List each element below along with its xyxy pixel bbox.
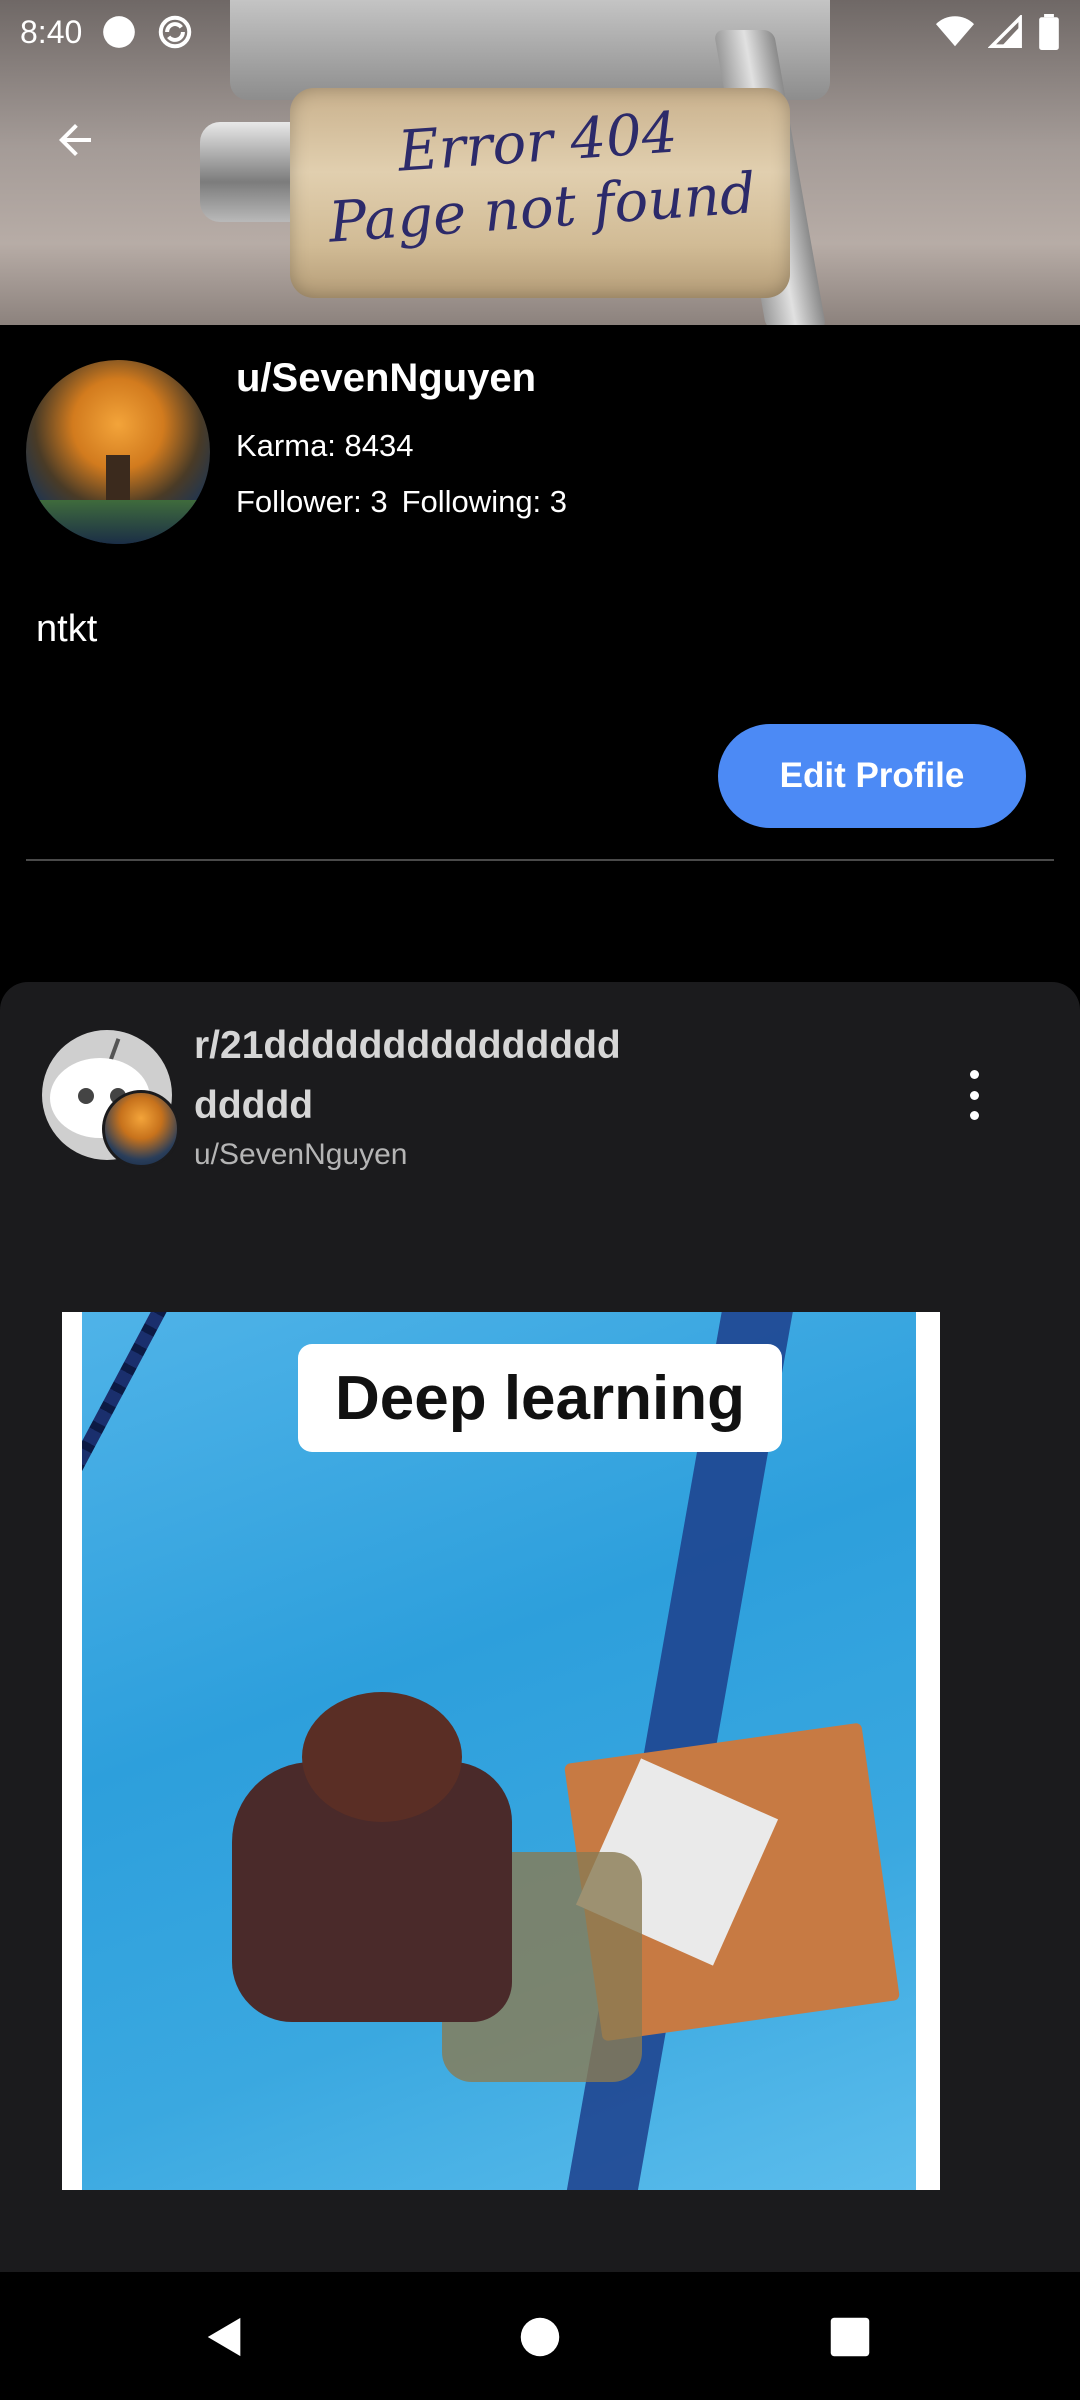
profile-username: u/SevenNguyen [236, 356, 537, 400]
more-vertical-icon[interactable] [956, 1070, 992, 1120]
banner-paper-roll: Error 404 Page not found [290, 88, 790, 298]
signal-icon [988, 15, 1022, 48]
nav-home-button[interactable] [505, 2302, 575, 2372]
profile-bio: ntkt [36, 608, 98, 650]
divider [26, 859, 1054, 861]
system-nav-bar [0, 2272, 1080, 2400]
post-image-caption: Deep learning [298, 1344, 782, 1452]
notification-dot-icon [103, 16, 136, 48]
author-avatar [102, 1090, 180, 1168]
post-image[interactable]: Deep learning [62, 1312, 940, 2190]
nav-home-icon [520, 2317, 560, 2357]
follow-stats: Follower: 3 Following: 3 [236, 484, 567, 520]
nav-recents-icon [830, 2317, 870, 2357]
profile-screen: Error 404 Page not found 8:40 u/SevenNgu… [0, 0, 1080, 2400]
status-bar: 8:40 [0, 0, 1080, 64]
following-count[interactable]: Following: 3 [402, 484, 567, 520]
nav-back-icon [207, 2317, 241, 2357]
follower-count[interactable]: Follower: 3 [236, 484, 388, 520]
banner-handwriting: Error 404 Page not found [286, 93, 794, 260]
post-image-pool: Deep learning [82, 1312, 916, 2190]
edit-profile-button[interactable]: Edit Profile [718, 724, 1026, 828]
post-subreddit[interactable]: r/21dddddddddddddddddddd [194, 1016, 634, 1136]
battery-icon [1039, 14, 1059, 50]
status-time: 8:40 [20, 13, 83, 50]
nav-back-button[interactable] [190, 2302, 260, 2372]
nav-recents-button[interactable] [815, 2302, 885, 2372]
profile-avatar [26, 360, 210, 544]
arrow-left-icon [59, 124, 91, 156]
wifi-icon [936, 16, 974, 47]
profile-karma: Karma: 8434 [236, 428, 414, 463]
back-button[interactable] [40, 105, 110, 175]
post-author[interactable]: u/SevenNguyen [194, 1138, 408, 1172]
sync-icon [159, 15, 192, 49]
